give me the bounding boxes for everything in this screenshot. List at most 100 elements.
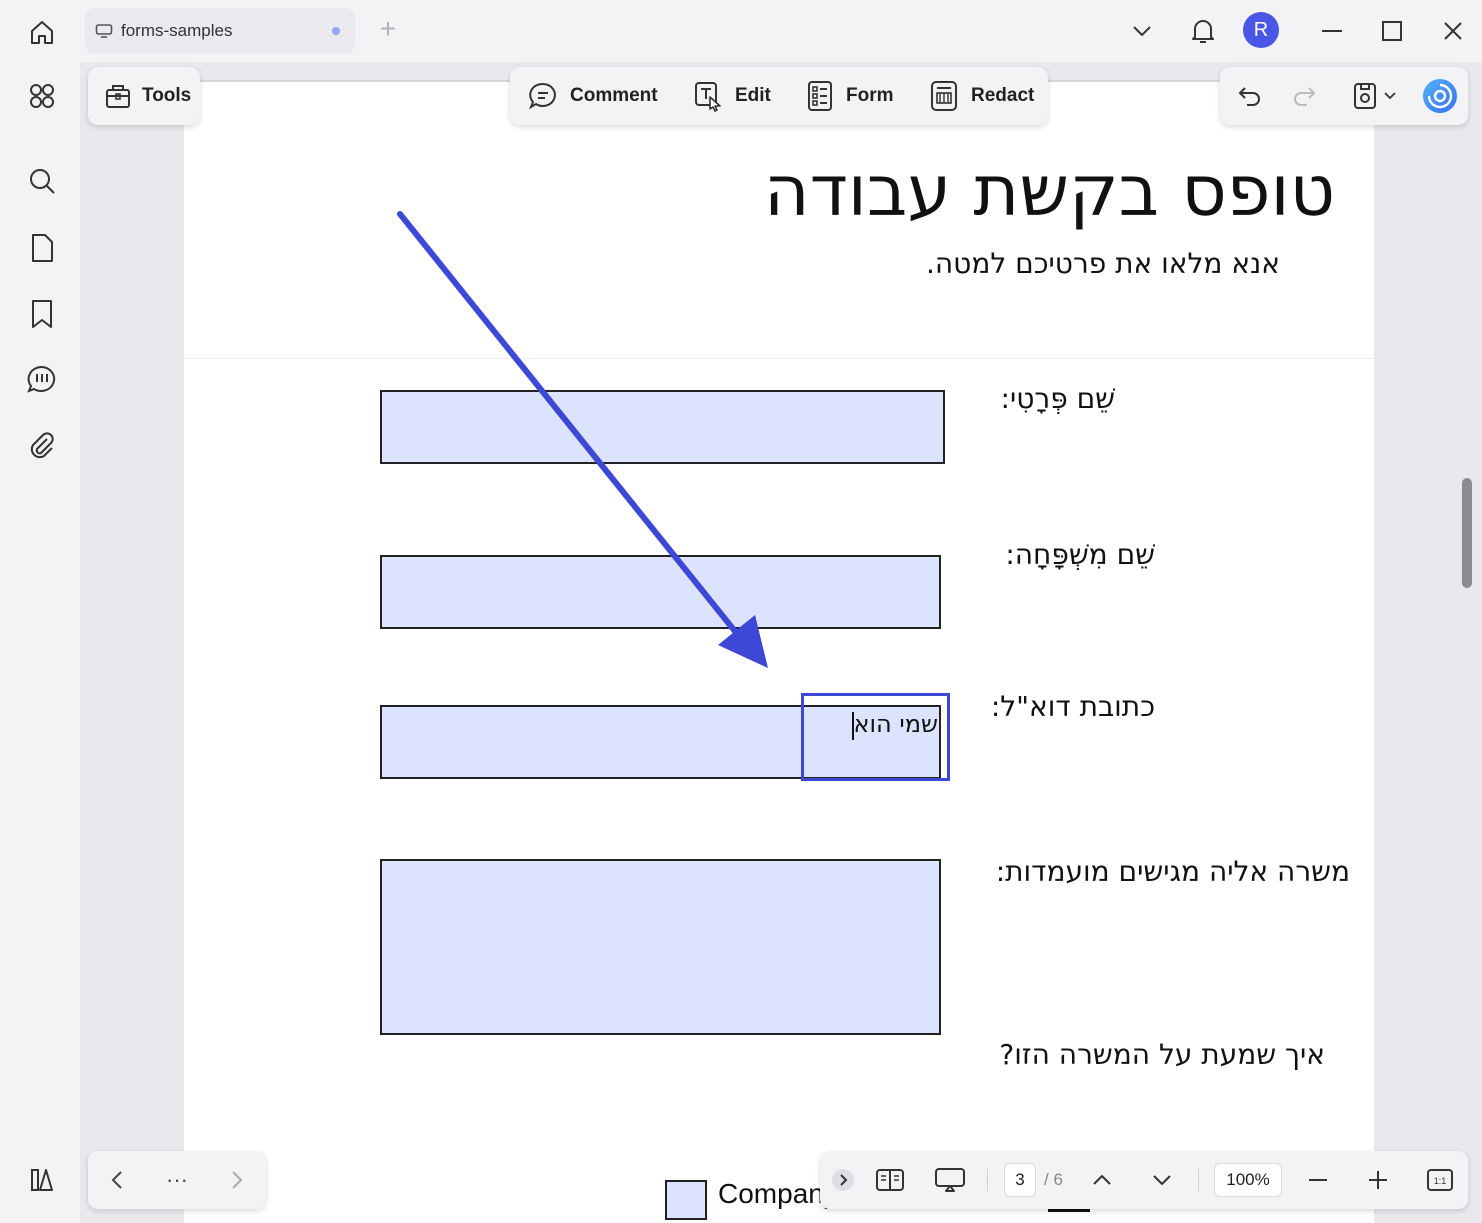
collapse-controls-button[interactable] (828, 1160, 858, 1200)
highlight-rectangle-annotation[interactable] (801, 693, 950, 781)
bookmark-icon (32, 300, 52, 328)
user-avatar[interactable]: R (1243, 12, 1279, 48)
tools-button[interactable]: Tools (88, 67, 200, 125)
presentation-button[interactable] (930, 1160, 970, 1200)
chevron-right-circle-icon (832, 1169, 854, 1191)
form-title: טופס בקשת עבודה (763, 150, 1335, 232)
forward-button[interactable] (217, 1160, 257, 1200)
comment-bubble-icon (528, 82, 556, 110)
home-icon (31, 21, 53, 44)
panel-book-icon (31, 1169, 53, 1191)
save-icon (1354, 83, 1376, 109)
undo-button[interactable] (1230, 76, 1270, 116)
minimize-button[interactable] (1312, 12, 1352, 50)
sidebar-item-attachments[interactable] (22, 425, 62, 465)
chevron-down-icon (1384, 92, 1396, 100)
title-bar: forms-samples + R (0, 0, 1482, 62)
chevron-down-icon (1133, 26, 1151, 37)
sidebar-panel-toggle[interactable] (22, 1160, 62, 1200)
notifications-button[interactable] (1183, 12, 1223, 50)
maximize-icon (1382, 21, 1402, 41)
minimize-icon (1322, 30, 1342, 32)
chevron-right-icon (232, 1171, 243, 1189)
main-toolbar: Comment Edit Form Redact (510, 67, 1048, 125)
home-button[interactable] (22, 12, 62, 52)
company-checkbox[interactable] (665, 1180, 707, 1220)
search-icon (30, 169, 55, 194)
chevron-left-icon (111, 1171, 122, 1189)
save-button[interactable] (1345, 76, 1385, 116)
redact-icon (931, 81, 957, 111)
form-underline (1048, 1209, 1090, 1212)
back-button[interactable] (97, 1160, 137, 1200)
edit-text-icon (695, 82, 721, 112)
zoom-level-input[interactable]: 100% (1214, 1163, 1282, 1197)
chevron-up-icon (1093, 1174, 1111, 1185)
zoom-out-button[interactable] (1300, 1160, 1336, 1200)
toolbox-icon (106, 85, 130, 108)
ai-assistant-button[interactable] (1420, 76, 1460, 116)
save-options-dropdown[interactable] (1380, 76, 1400, 116)
cloud-icon (95, 21, 115, 41)
heard-about-label: איך שמעת על המשרה הזו? (999, 1038, 1325, 1071)
total-pages: / 6 (1044, 1170, 1063, 1189)
edit-label: Edit (735, 85, 771, 106)
position-field[interactable] (380, 859, 941, 1035)
undo-icon (1238, 87, 1260, 106)
next-page-button[interactable] (1144, 1160, 1180, 1200)
redo-button[interactable] (1284, 76, 1324, 116)
more-button[interactable]: ··· (157, 1160, 197, 1200)
tools-label: Tools (142, 85, 192, 106)
actual-size-icon: 1:1 (1427, 1169, 1453, 1191)
close-window-button[interactable] (1433, 12, 1473, 50)
last-name-field[interactable] (380, 555, 941, 629)
comment-label: Comment (570, 85, 658, 106)
form-subtitle: אנא מלאו את פרטיכם למטה. (925, 247, 1280, 280)
comment-icon (27, 365, 56, 393)
redact-button[interactable]: Redact (929, 67, 1034, 125)
sidebar-item-comments[interactable] (22, 359, 62, 399)
form-icon (808, 81, 832, 111)
previous-page-button[interactable] (1084, 1160, 1120, 1200)
form-button[interactable]: Form (806, 67, 894, 125)
close-icon (1444, 22, 1462, 40)
sidebar-item-pages[interactable] (22, 228, 62, 268)
page-divider (184, 358, 1374, 359)
maximize-button[interactable] (1372, 12, 1412, 50)
first-name-field[interactable] (380, 390, 945, 464)
history-toolbar (1220, 67, 1468, 125)
email-label: כתובת דוא"ל: (990, 690, 1155, 723)
divider (987, 1169, 988, 1191)
current-page-input[interactable]: 3 (1004, 1163, 1036, 1197)
bell-icon (1192, 20, 1214, 43)
new-tab-button[interactable]: + (374, 14, 402, 46)
unsaved-indicator (332, 27, 340, 35)
sidebar-item-bookmarks[interactable] (22, 294, 62, 334)
sidebar-item-search[interactable] (22, 161, 62, 201)
attachment-icon (30, 432, 54, 459)
divider (1198, 1169, 1199, 1191)
history-navigation: ··· (88, 1151, 266, 1209)
ai-assistant-icon (1423, 79, 1457, 113)
plus-icon (1369, 1171, 1387, 1189)
redo-icon (1294, 87, 1316, 106)
actual-size-button[interactable]: 1:1 (1420, 1160, 1460, 1200)
left-sidebar (6, 62, 78, 1223)
page-controls-bar: 3 / 6 100% 1:1 (820, 1151, 1468, 1209)
book-view-icon (876, 1169, 904, 1191)
apps-icon (30, 84, 54, 108)
document-tab[interactable]: forms-samples (85, 8, 355, 54)
first-name-label: שֵׁם פְּרָטִי: (1000, 382, 1115, 415)
zoom-in-button[interactable] (1360, 1160, 1396, 1200)
edit-button[interactable]: Edit (693, 67, 771, 125)
slideshow-icon (935, 1168, 965, 1192)
form-label: Form (846, 85, 894, 106)
tabs-dropdown-button[interactable] (1122, 12, 1162, 50)
chevron-down-icon (1153, 1175, 1171, 1186)
sidebar-item-apps[interactable] (22, 76, 62, 116)
page-layout-button[interactable] (870, 1160, 910, 1200)
vertical-scrollbar[interactable] (1462, 478, 1472, 588)
company-checkbox-label: Company (718, 1178, 828, 1209)
comment-button[interactable]: Comment (528, 67, 658, 125)
minus-icon (1309, 1179, 1327, 1181)
